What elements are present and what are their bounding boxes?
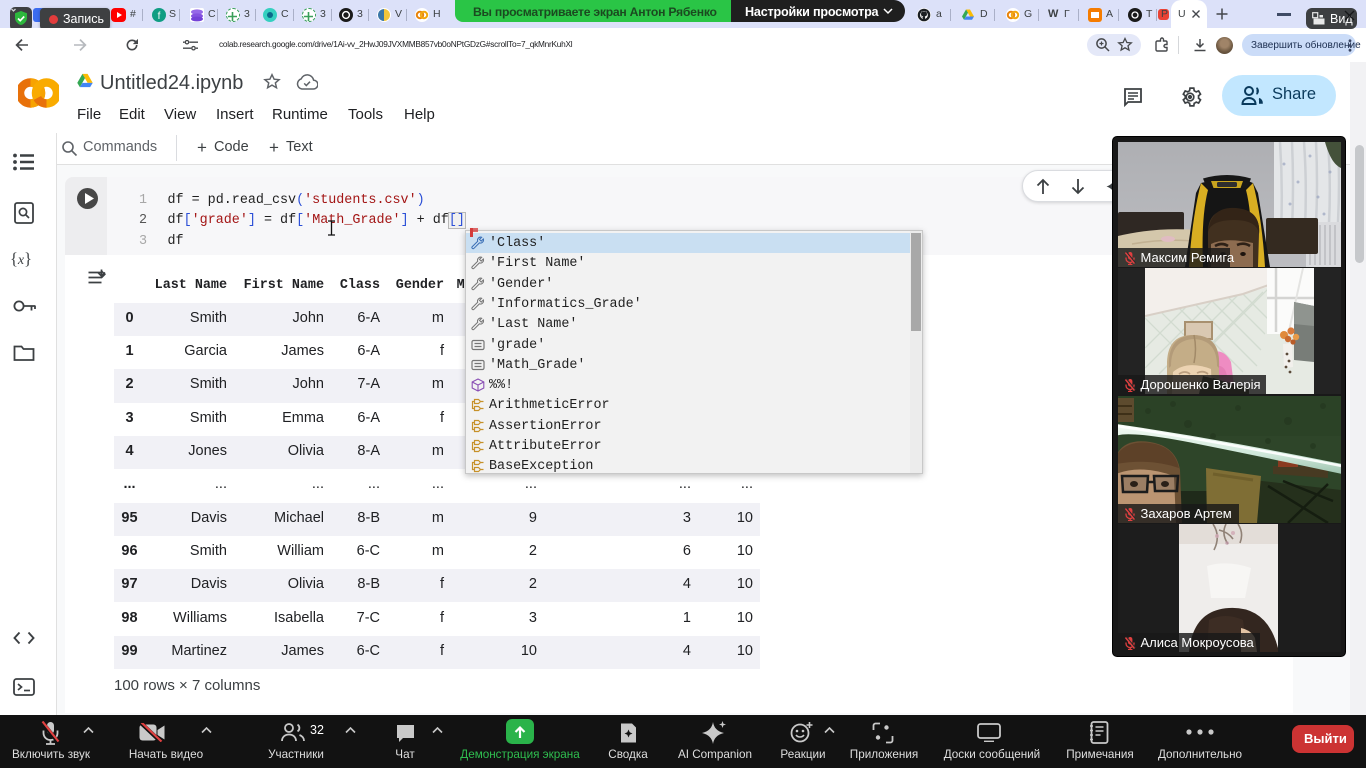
svg-text:f: f — [158, 11, 161, 22]
